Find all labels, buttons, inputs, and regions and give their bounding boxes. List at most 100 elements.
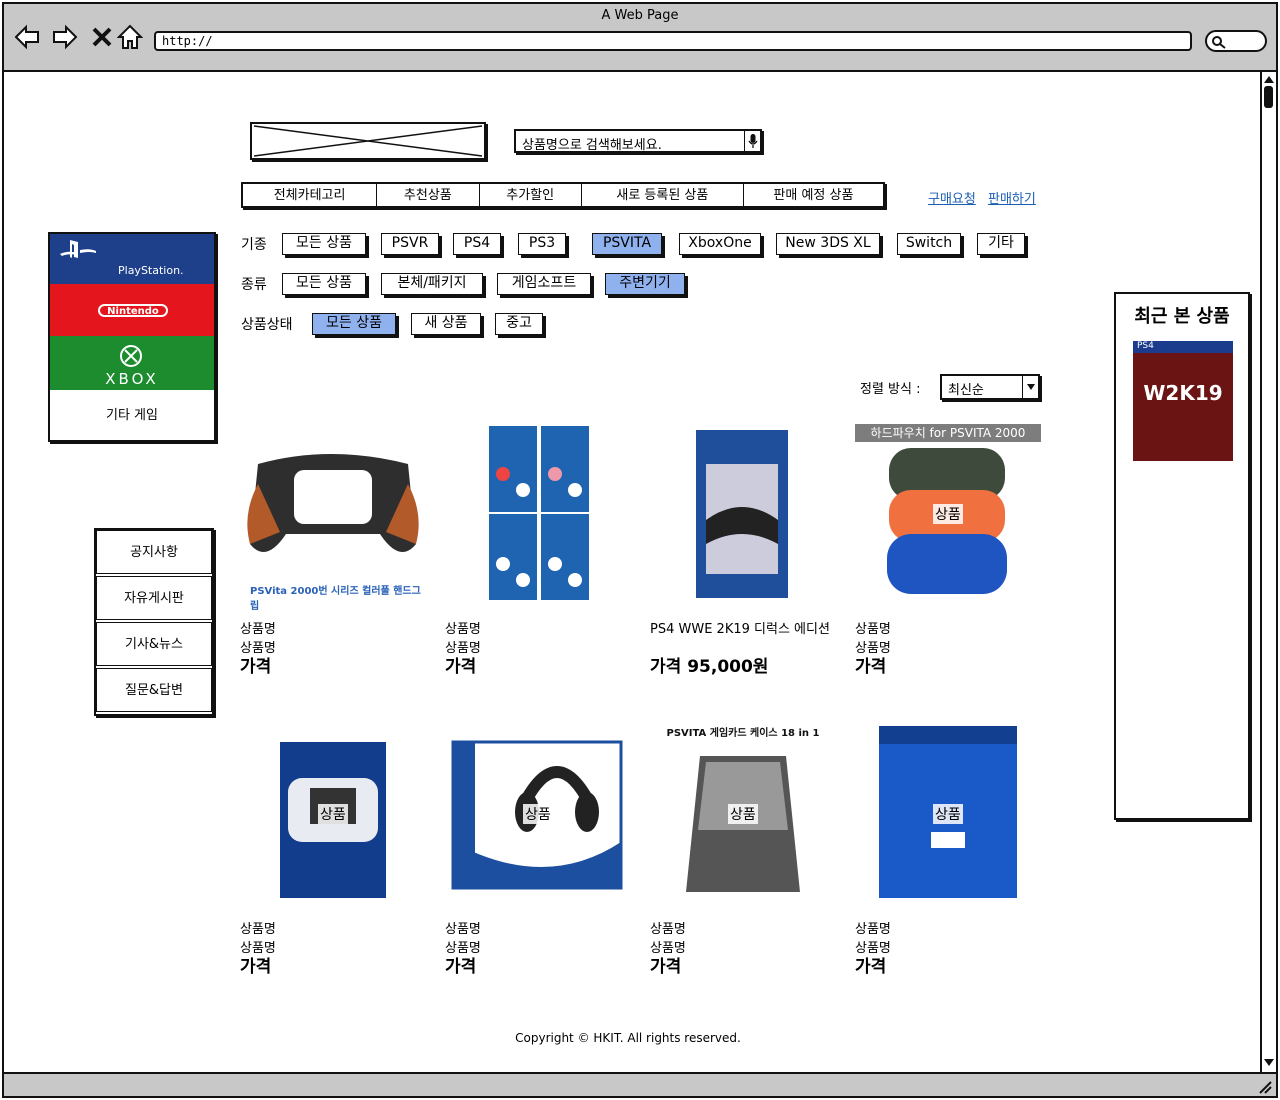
filter-condition-new[interactable]: 새 상품 bbox=[411, 313, 481, 335]
hand-grip-image bbox=[247, 454, 419, 552]
filter-machine-all[interactable]: 모든 상품 bbox=[282, 233, 366, 255]
tab-recommended[interactable]: 추천상품 bbox=[377, 184, 480, 206]
tab-new-arrivals[interactable]: 새로 등록된 상품 bbox=[582, 184, 744, 206]
product-card-thumb[interactable]: 상품 bbox=[855, 722, 1041, 902]
sort-dropdown-button[interactable] bbox=[1022, 376, 1038, 398]
scroll-thumb[interactable] bbox=[1264, 86, 1273, 108]
platform-xbox[interactable]: XBOX bbox=[50, 336, 214, 390]
filter-machine-3dsxl[interactable]: New 3DS XL bbox=[776, 233, 880, 255]
product-info: PS4 WWE 2K19 디럭스 에디션 가격 95,000원 bbox=[650, 620, 840, 677]
playstation-logo-icon bbox=[60, 240, 96, 258]
product-card-thumb[interactable]: 상품 bbox=[240, 722, 426, 902]
filter-type-all[interactable]: 모든 상품 bbox=[282, 273, 366, 295]
home-icon[interactable] bbox=[117, 24, 143, 50]
back-arrow-icon[interactable] bbox=[14, 24, 40, 50]
filter-machine-other[interactable]: 기타 bbox=[977, 233, 1025, 255]
filter-condition-all[interactable]: 모든 상품 bbox=[312, 313, 396, 335]
product-overlay: 상품 bbox=[933, 804, 963, 824]
filter-machine-ps3[interactable]: PS3 bbox=[518, 233, 566, 255]
search-icon bbox=[1212, 36, 1226, 49]
product-name[interactable]: 상품명 bbox=[855, 620, 1041, 639]
product-overlay: 상품 bbox=[523, 804, 553, 824]
tab-all-categories[interactable]: 전체카테고리 bbox=[243, 184, 378, 206]
product-overlay: 상품 bbox=[933, 504, 963, 524]
product-price: 가격 bbox=[855, 657, 887, 677]
product-name[interactable]: 상품명 bbox=[445, 920, 631, 939]
tab-upcoming[interactable]: 판매 예정 상품 bbox=[744, 184, 883, 206]
product-name: 상품명 bbox=[240, 941, 276, 956]
image-placeholder-icon bbox=[253, 125, 483, 157]
filter-machine-psvr[interactable]: PSVR bbox=[381, 233, 439, 255]
scroll-down-icon[interactable] bbox=[1263, 1058, 1275, 1068]
purchase-request-link[interactable]: 구매요청 bbox=[928, 188, 976, 207]
browser-search-box[interactable] bbox=[1205, 30, 1267, 52]
product-price: 가격 bbox=[240, 957, 272, 977]
filter-condition-used[interactable]: 중고 bbox=[495, 313, 543, 335]
product-name[interactable]: 상품명 bbox=[650, 920, 836, 939]
filter-machine-psvita[interactable]: PSVITA bbox=[592, 233, 662, 255]
resize-grip-icon[interactable] bbox=[1256, 1078, 1272, 1094]
product-card-thumb[interactable]: 하드파우치 for PSVITA 2000 상품 bbox=[855, 424, 1041, 604]
product-card-thumb[interactable]: PSVITA 게임카드 케이스 18 in 1 상품 bbox=[650, 722, 836, 902]
grip-package-image bbox=[696, 430, 788, 598]
product-card-thumb[interactable] bbox=[445, 424, 631, 604]
recent-product-thumb[interactable]: PS4 W2K19 bbox=[1133, 341, 1233, 461]
filter-label-machine: 기종 bbox=[241, 237, 267, 253]
product-name[interactable]: PS4 WWE 2K19 디럭스 에디션 bbox=[650, 620, 840, 639]
filter-type-peripherals[interactable]: 주변기기 bbox=[605, 273, 685, 295]
vertical-scrollbar[interactable] bbox=[1260, 72, 1276, 1072]
product-card-thumb[interactable]: 상품 bbox=[445, 722, 631, 902]
sell-link[interactable]: 판매하기 bbox=[988, 188, 1036, 207]
side-menu-free-board[interactable]: 자유게시판 bbox=[96, 576, 212, 620]
product-name[interactable]: 상품명 bbox=[855, 920, 1041, 939]
filter-label-type: 종류 bbox=[241, 277, 267, 293]
side-menu-qna[interactable]: 질문&답변 bbox=[96, 668, 212, 712]
filter-machine-ps4[interactable]: PS4 bbox=[453, 233, 501, 255]
search-input[interactable]: 상품명으로 검색해보세요. bbox=[522, 134, 662, 153]
filter-machine-switch[interactable]: Switch bbox=[897, 233, 961, 255]
url-bar[interactable]: http:// bbox=[154, 31, 1192, 51]
product-info: 상품명 상품명 가격 bbox=[650, 920, 836, 977]
product-overlay: 상품 bbox=[728, 804, 758, 824]
sort-select[interactable]: 최신순 bbox=[940, 374, 1040, 400]
product-info: 상품명 상품명 가격 bbox=[855, 620, 1041, 677]
playstation-label: PlayStation. bbox=[118, 264, 184, 277]
product-info: 상품명 상품명 가격 bbox=[445, 920, 631, 977]
filter-type-package[interactable]: 본체/패키지 bbox=[381, 273, 483, 295]
product-name[interactable]: 상품명 bbox=[240, 920, 426, 939]
product-caption: PSVITA 게임카드 케이스 18 in 1 bbox=[666, 728, 820, 739]
product-info: 상품명 상품명 가격 bbox=[855, 920, 1041, 977]
mic-button[interactable] bbox=[744, 131, 760, 151]
category-tabs: 전체카테고리 추천상품 추가할인 새로 등록된 상품 판매 예정 상품 bbox=[241, 182, 885, 208]
product-price: 가격 bbox=[650, 957, 682, 977]
sort-label: 정렬 방식 : bbox=[860, 382, 921, 397]
logo-placeholder bbox=[250, 122, 486, 160]
horizontal-scrollbar[interactable] bbox=[4, 1072, 1276, 1096]
product-name[interactable]: 상품명 bbox=[240, 620, 426, 639]
nintendo-logo: Nintendo bbox=[98, 304, 168, 317]
product-card-thumb[interactable] bbox=[650, 424, 836, 604]
side-menu-news[interactable]: 기사&뉴스 bbox=[96, 622, 212, 666]
filter-type-software[interactable]: 게임소프트 bbox=[497, 273, 591, 295]
product-price: 가격 bbox=[855, 957, 887, 977]
product-name[interactable]: 상품명 bbox=[445, 620, 631, 639]
hard-pouch-image bbox=[887, 448, 1007, 594]
scroll-up-icon[interactable] bbox=[1263, 74, 1275, 84]
tab-extra-discount[interactable]: 추가할인 bbox=[480, 184, 582, 206]
filter-machine-xboxone[interactable]: XboxOne bbox=[679, 233, 761, 255]
forward-arrow-icon[interactable] bbox=[52, 24, 78, 50]
platform-playstation[interactable]: PlayStation. bbox=[50, 234, 214, 284]
platform-other-games[interactable]: 기타 게임 bbox=[50, 392, 214, 440]
platform-nintendo[interactable]: Nintendo bbox=[50, 284, 214, 336]
product-search-box[interactable]: 상품명으로 검색해보세요. bbox=[514, 129, 762, 153]
analog-cap-image bbox=[489, 426, 589, 600]
product-price: 가격 bbox=[445, 657, 477, 677]
product-caption: PSVita 2000번 시리즈 컬러풀 핸드그립 bbox=[250, 586, 421, 612]
product-info: 상품명 상품명 가격 bbox=[445, 620, 631, 677]
product-card-thumb[interactable]: PSVita 2000번 시리즈 컬러풀 핸드그립 bbox=[240, 424, 426, 612]
close-icon[interactable] bbox=[90, 24, 116, 50]
side-menu-notice[interactable]: 공지사항 bbox=[96, 530, 212, 574]
product-name: 상품명 bbox=[855, 941, 891, 956]
product-banner: 하드파우치 for PSVITA 2000 bbox=[855, 424, 1041, 442]
copyright-text: Copyright © HKIT. All rights reserved. bbox=[515, 1031, 741, 1045]
